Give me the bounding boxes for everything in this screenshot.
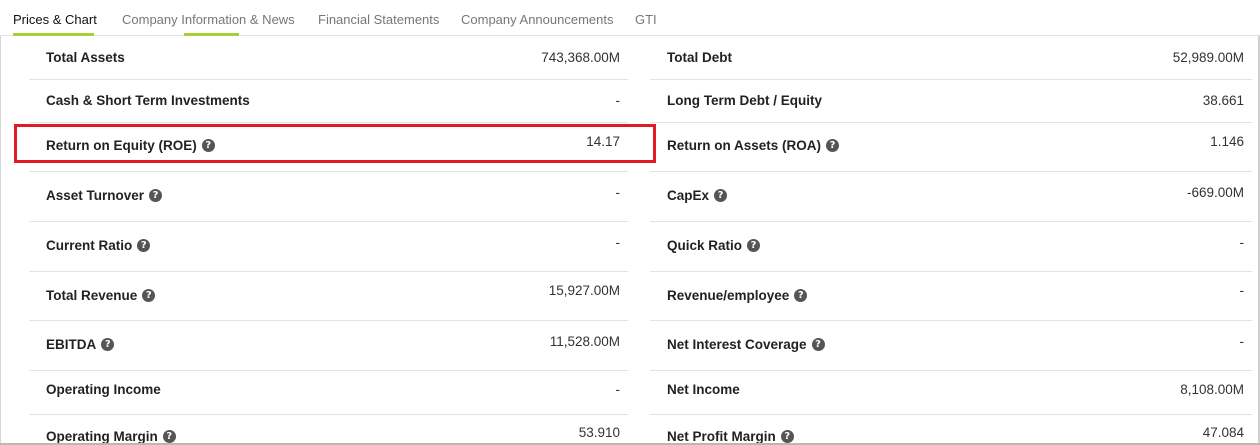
metric-value: 14.17 (586, 134, 620, 149)
metric-label-text: Operating Income (46, 382, 161, 397)
metric-label-text: Net Profit Margin (667, 429, 776, 444)
metric-row-net-income: Net Income 8,108.00M (650, 371, 1252, 415)
help-icon[interactable]: ? (747, 239, 761, 252)
help-icon[interactable]: ? (149, 189, 163, 202)
help-icon[interactable]: ? (142, 289, 156, 302)
metric-row-asset-turnover: Asset Turnover? - (29, 172, 628, 222)
metric-label-text: Asset Turnover (46, 188, 145, 203)
metric-row-long-term-debt-equity: Long Term Debt / Equity 38.661 (650, 80, 1252, 123)
metric-value: - (615, 235, 621, 250)
help-icon[interactable]: ? (101, 338, 115, 351)
metric-label: CapEx? (667, 188, 728, 203)
metric-row-net-profit-margin: Net Profit Margin? 47.084 (650, 415, 1252, 445)
tab-prices-chart[interactable]: Prices & Chart (13, 12, 97, 27)
metric-label-text: Quick Ratio (667, 238, 743, 253)
metric-label: Operating Margin? (46, 429, 176, 444)
metric-value: - (615, 93, 621, 108)
metric-value: 11,528.00M (549, 334, 620, 349)
metric-value: - (1239, 283, 1245, 298)
metric-label: Return on Equity (ROE)? (46, 138, 215, 153)
metric-label-text: CapEx (667, 188, 710, 203)
metric-row-quick-ratio: Quick Ratio? - (650, 222, 1252, 272)
metric-label: Long Term Debt / Equity (667, 93, 822, 108)
metric-value: - (615, 185, 621, 200)
help-icon[interactable]: ? (780, 430, 794, 443)
metric-label-text: Return on Assets (ROA) (667, 138, 822, 153)
metric-label-text: Long Term Debt / Equity (667, 93, 822, 108)
metric-label-text: Cash & Short Term Investments (46, 93, 250, 108)
metric-row-ebitda: EBITDA? 11,528.00M (29, 321, 628, 371)
metric-label: Total Revenue? (46, 288, 156, 303)
metric-label-text: Net Income (667, 382, 740, 397)
left-edge-divider (0, 36, 1, 445)
metric-value: 8,108.00M (1180, 382, 1244, 397)
metric-row-cash-short-term-investments: Cash & Short Term Investments - (29, 80, 628, 123)
help-icon[interactable]: ? (714, 189, 728, 202)
metric-label: Total Debt (667, 50, 732, 65)
help-icon[interactable]: ? (794, 289, 808, 302)
metric-value: 15,927.00M (548, 283, 620, 298)
metric-label: Return on Assets (ROA)? (667, 138, 840, 153)
metric-label: EBITDA? (46, 337, 115, 352)
metric-row-net-interest-coverage: Net Interest Coverage? - (650, 321, 1252, 371)
metric-row-return-on-equity-roe: Return on Equity (ROE)? 14.17 (29, 123, 628, 172)
help-icon[interactable]: ? (811, 338, 825, 351)
metric-label-text: Return on Equity (ROE) (46, 138, 197, 153)
metric-row-total-revenue: Total Revenue? 15,927.00M (29, 272, 628, 321)
tab-company-information-news[interactable]: Company Information & News (122, 12, 295, 27)
metric-label-text: Operating Margin (46, 429, 158, 444)
metric-label: Cash & Short Term Investments (46, 93, 250, 108)
metric-value: - (615, 382, 621, 397)
metric-label-text: Current Ratio (46, 238, 133, 253)
help-icon[interactable]: ? (826, 139, 840, 152)
metric-label: Net Profit Margin? (667, 429, 794, 444)
metric-label-text: Revenue/employee (667, 288, 790, 303)
metric-label: Net Interest Coverage? (667, 337, 825, 352)
tab-financial-statements[interactable]: Financial Statements (318, 12, 439, 27)
metric-label-text: EBITDA (46, 337, 97, 352)
metric-label-text: Net Interest Coverage (667, 337, 807, 352)
metric-row-return-on-assets-roa: Return on Assets (ROA)? 1.146 (650, 123, 1252, 172)
metric-label-text: Total Assets (46, 50, 125, 65)
help-icon[interactable]: ? (162, 430, 176, 443)
metric-row-capex: CapEx? -669.00M (650, 172, 1252, 222)
metric-value: - (1239, 334, 1245, 349)
metric-value: 1.146 (1210, 134, 1244, 149)
metric-value: 47.084 (1202, 425, 1244, 440)
metric-value: 743,368.00M (541, 50, 620, 65)
metric-label: Revenue/employee? (667, 288, 808, 303)
metric-row-operating-income: Operating Income - (29, 371, 628, 415)
metric-value: - (1239, 235, 1245, 250)
metric-label: Asset Turnover? (46, 188, 163, 203)
metric-label: Net Income (667, 382, 740, 397)
metric-value: -669.00M (1186, 185, 1244, 200)
tab-company-announcements[interactable]: Company Announcements (461, 12, 613, 27)
metric-row-total-debt: Total Debt 52,989.00M (650, 36, 1252, 80)
metric-label: Quick Ratio? (667, 238, 761, 253)
metric-label-text: Total Revenue (46, 288, 138, 303)
metric-label-text: Total Debt (667, 50, 732, 65)
tab-gti[interactable]: GTI (635, 12, 657, 27)
metric-value: 52,989.00M (1172, 50, 1244, 65)
metric-value: 53.910 (578, 425, 620, 440)
metric-label: Current Ratio? (46, 238, 151, 253)
tab-bar: Prices & Chart Company Information & New… (0, 0, 1260, 36)
metric-label: Total Assets (46, 50, 125, 65)
metric-label: Operating Income (46, 382, 161, 397)
help-icon[interactable]: ? (201, 139, 215, 152)
metric-row-current-ratio: Current Ratio? - (29, 222, 628, 272)
metric-row-revenue-employee: Revenue/employee? - (650, 272, 1252, 321)
metric-row-total-assets: Total Assets 743,368.00M (29, 36, 628, 80)
metric-row-operating-margin: Operating Margin? 53.910 (29, 415, 628, 445)
metric-value: 38.661 (1202, 93, 1244, 108)
help-icon[interactable]: ? (137, 239, 151, 252)
